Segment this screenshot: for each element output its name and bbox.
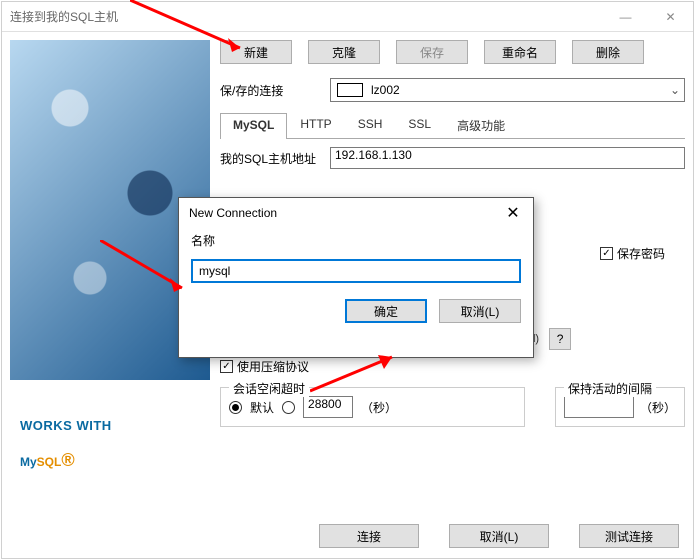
bottom-buttons: 连接 取消(L) 测试连接 [319,524,679,548]
toolbar: 新建 克隆 保存 重命名 删除 [220,40,685,64]
cancel-dialog-button[interactable]: 取消(L) [439,299,521,323]
new-connection-dialog: New Connection ✕ 名称 mysql 确定 取消(L) [178,197,534,358]
new-button[interactable]: 新建 [220,40,292,64]
tab-bar: MySQL HTTP SSH SSL 高级功能 [220,112,685,139]
name-input[interactable]: mysql [191,259,521,283]
cancel-button[interactable]: 取消(L) [449,524,549,548]
mysql-logo: WORKS WITH MySQL® [10,418,210,475]
test-button[interactable]: 测试连接 [579,524,679,548]
connect-button[interactable]: 连接 [319,524,419,548]
close-button[interactable]: ✕ [648,2,693,32]
checkbox-icon: ✓ [600,247,613,260]
keepalive-legend: 保持活动的间隔 [564,380,656,397]
saved-conn-value: lz002 [371,83,400,97]
titlebar: 连接到我的SQL主机 — ✕ [2,2,693,32]
checkbox-icon: ✓ [220,360,233,373]
compress-check[interactable]: ✓ 使用压缩协议 [220,358,685,375]
delete-button[interactable]: 删除 [572,40,644,64]
idle-legend: 会话空闲超时 [229,380,309,397]
tab-http[interactable]: HTTP [287,112,344,138]
clone-button[interactable]: 克隆 [308,40,380,64]
host-label: 我的SQL主机地址 [220,150,320,167]
chevron-down-icon: ⌄ [666,83,684,97]
dialog-titlebar: New Connection ✕ [179,198,533,228]
host-input[interactable]: 192.168.1.130 [330,147,685,169]
saved-conn-label: 保/存的连接 [220,82,320,99]
save-button[interactable]: 保存 [396,40,468,64]
idle-seconds-input[interactable]: 28800 [303,396,353,418]
ok-button[interactable]: 确定 [345,299,427,323]
save-password-check[interactable]: ✓ 保存密码 [600,245,665,262]
window-title: 连接到我的SQL主机 [10,8,118,25]
name-label: 名称 [179,228,533,253]
saved-conn-combo[interactable]: lz002 ⌄ [330,78,685,102]
dialog-title: New Connection [189,206,277,220]
tab-ssh[interactable]: SSH [345,112,396,138]
keepalive-input[interactable] [564,396,634,418]
rename-button[interactable]: 重命名 [484,40,556,64]
help-button[interactable]: ? [549,328,571,350]
tab-ssl[interactable]: SSL [395,112,444,138]
keepalive-group: 保持活动的间隔 （秒） [555,387,685,427]
custom-radio[interactable] [282,401,295,414]
default-radio[interactable] [229,401,242,414]
close-icon[interactable]: ✕ [493,203,533,223]
idle-group: 会话空闲超时 默认 28800 （秒） [220,387,525,427]
tab-mysql[interactable]: MySQL [220,113,287,139]
minimize-button[interactable]: — [603,2,648,32]
color-swatch [337,83,363,97]
tab-advanced[interactable]: 高级功能 [444,112,518,138]
